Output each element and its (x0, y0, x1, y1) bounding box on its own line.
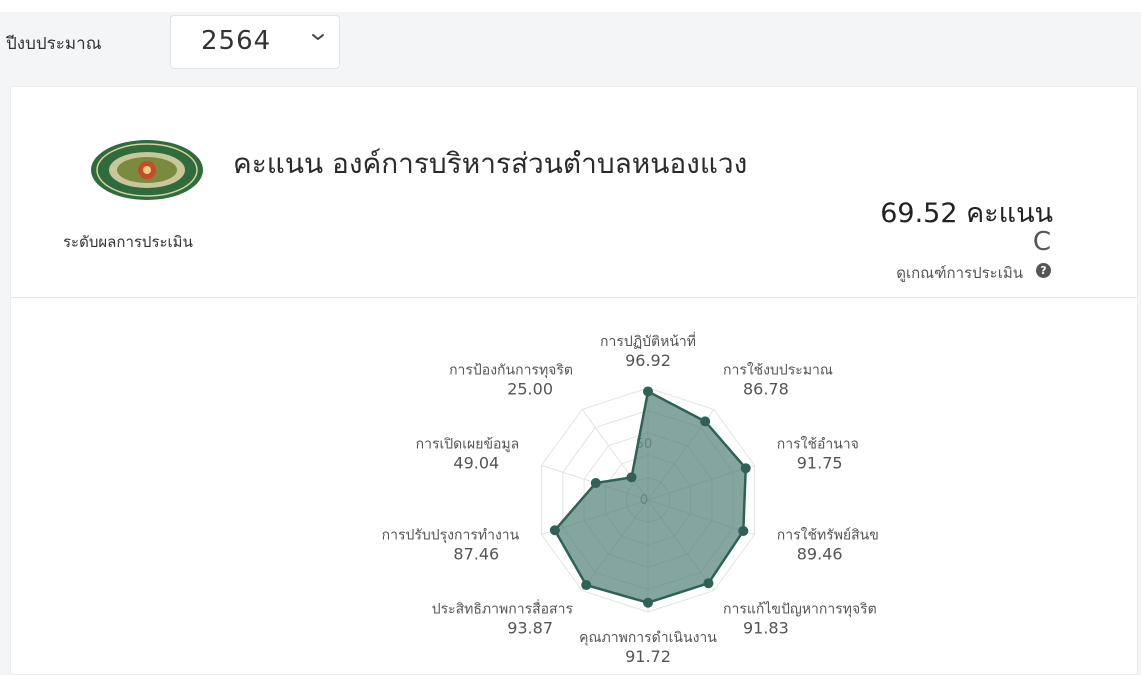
radar-category-label: คุณภาพการดำเนินงาน (579, 630, 717, 646)
radar-category-label: การป้องกันการทุจริต (449, 362, 573, 378)
radar-category-label: การแก้ไขปัญหาการทุจริต (723, 601, 877, 618)
radar-data-point (626, 472, 637, 483)
radar-category-label: การปรับปรุงการทำงาน (382, 528, 520, 544)
radar-value-label: 87.46 (453, 545, 499, 564)
radar-data-point (549, 525, 560, 536)
radar-value-label: 93.87 (507, 619, 553, 638)
radar-value-label: 91.75 (797, 453, 843, 472)
radar-data-point (643, 386, 653, 397)
radar-value-label: 86.78 (743, 379, 789, 398)
radar-value-label: 96.92 (625, 351, 671, 370)
radar-value-label: 91.83 (743, 619, 789, 638)
radar-category-label: การปฏิบัติหน้าที่ (600, 332, 696, 350)
radar-data-point (740, 463, 751, 474)
radar-data-point (738, 525, 749, 536)
radar-category-label: การใช้ทรัพย์สินข (777, 527, 879, 544)
radar-category-label: การเปิดเผยข้อมูล (416, 436, 520, 452)
radar-value-label: 91.72 (625, 647, 671, 666)
radar-category-label: การใช้อำนาจ (777, 435, 859, 452)
radar-data-point (703, 578, 714, 589)
radar-value-label: 25.00 (507, 379, 553, 398)
radar-data-point (581, 580, 592, 591)
radar-data-point (643, 597, 653, 608)
radar-category-label: การใช้งบประมาณ (723, 361, 833, 378)
radar-data-area (553, 389, 747, 605)
radar-value-label: 89.46 (797, 545, 843, 564)
radar-data-point (700, 416, 711, 427)
radar-data-point (590, 478, 601, 489)
radar-category-label: ประสิทธิภาพการสื่อสาร (432, 600, 574, 618)
radar-value-label: 49.04 (453, 453, 499, 472)
radar-chart: 050การปฏิบัติหน้าที่96.92การใช้งบประมาณ8… (382, 332, 879, 666)
